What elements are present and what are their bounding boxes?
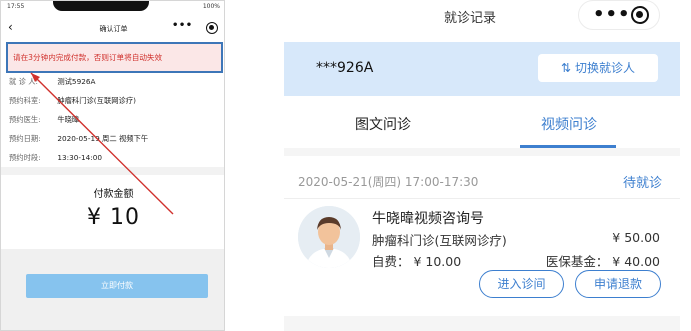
pay-amount-value: ¥ 10 — [87, 205, 140, 230]
switch-arrow-icon: ⇅ — [560, 61, 572, 75]
nav-bar: 就诊记录 ••• — [284, 0, 680, 38]
total-price: ¥ 50.00 — [612, 230, 660, 245]
switch-patient-label: 切换就诊人 — [575, 61, 636, 75]
mini-program-capsule: ••• — [168, 20, 220, 37]
info-label: 预约时段: — [9, 153, 41, 162]
info-label: 就 诊 人: — [9, 77, 38, 86]
status-badge: 待就诊 — [622, 176, 662, 191]
status-battery: 100% — [202, 3, 220, 10]
phone-notch — [53, 1, 149, 11]
doctor-avatar-icon — [298, 206, 360, 268]
patient-name: ***926A — [316, 60, 374, 76]
pay-amount-label: 付款金额 — [93, 189, 134, 200]
pay-now-button[interactable]: 立即付款 — [26, 274, 208, 298]
tab-text-consult[interactable]: 图文问诊 — [284, 114, 482, 134]
visit-record-card: 2020-05-21(周四) 17:00-17:30 待就诊 牛晓暐视频咨询号 … — [284, 156, 680, 306]
insurance-amount: 医保基金： ¥ 40.00 — [545, 254, 660, 269]
self-pay-amount: 自费： ¥ 10.00 — [372, 254, 462, 269]
more-icon[interactable]: ••• — [172, 20, 193, 31]
status-time: 17:55 — [7, 3, 25, 10]
confirm-order-screen: 17:55 100% ‹ 确认订单 ••• 请在3分钟内完成付款，否则订单将自动… — [0, 0, 225, 331]
tab-video-consult[interactable]: 视频问诊 — [470, 114, 668, 134]
request-refund-button[interactable]: 申请退款 — [575, 270, 661, 298]
info-value: 牛晓暐 — [57, 115, 80, 124]
section-divider — [284, 148, 680, 156]
mini-program-capsule: ••• — [578, 0, 660, 30]
bottom-divider — [284, 316, 680, 331]
doctor-consult-title: 牛晓暐视频咨询号 — [372, 211, 484, 227]
page-title: 就诊记录 — [444, 11, 497, 26]
close-target-icon[interactable] — [206, 22, 218, 34]
info-label: 预约日期: — [9, 134, 41, 143]
department-name: 肿瘤科门诊(互联网诊疗) — [372, 233, 507, 248]
doctor-avatar — [298, 206, 360, 268]
info-value: 13:30-14:00 — [57, 153, 103, 162]
appointment-info: 就 诊 人: 测试5926A 预约科室: 肿瘤科门诊(互联网诊疗) 预约医生: … — [9, 76, 214, 171]
enter-room-button[interactable]: 进入诊间 — [479, 270, 564, 298]
section-divider — [1, 167, 224, 175]
nav-bar: ‹ 确认订单 ••• — [1, 18, 224, 40]
info-row-date: 预约日期: 2020-05-19 周二 视频下午 — [9, 133, 214, 152]
info-value: 测试5926A — [57, 77, 96, 86]
page: 17:55 100% ‹ 确认订单 ••• 请在3分钟内完成付款，否则订单将自动… — [0, 0, 691, 331]
more-icon[interactable]: ••• — [593, 4, 631, 25]
switch-patient-button[interactable]: ⇅ 切换就诊人 — [538, 54, 658, 82]
consult-tabs: 图文问诊 视频问诊 — [284, 100, 680, 148]
payment-warning-box: 请在3分钟内完成付款，否则订单将自动失效 — [6, 42, 223, 73]
visit-records-screen: 就诊记录 ••• ***926A ⇅ 切换就诊人 图文问诊 视频问诊 2020-0… — [284, 0, 680, 331]
info-value: 肿瘤科门诊(互联网诊疗) — [57, 96, 136, 105]
info-row-department: 预约科室: 肿瘤科门诊(互联网诊疗) — [9, 95, 214, 114]
info-row-patient: 就 诊 人: 测试5926A — [9, 76, 214, 95]
status-bar: 17:55 100% — [1, 1, 224, 13]
info-label: 预约医生: — [9, 115, 41, 124]
info-value: 2020-05-19 周二 视频下午 — [57, 134, 149, 143]
record-date: 2020-05-21(周四) 17:00-17:30 — [298, 175, 479, 189]
patient-bar: ***926A ⇅ 切换就诊人 — [284, 42, 680, 96]
info-label: 预约科室: — [9, 96, 41, 105]
record-divider — [284, 198, 680, 199]
info-row-doctor: 预约医生: 牛晓暐 — [9, 114, 214, 133]
close-target-icon[interactable] — [631, 6, 649, 24]
payment-warning-text: 请在3分钟内完成付款，否则订单将自动失效 — [13, 53, 163, 62]
